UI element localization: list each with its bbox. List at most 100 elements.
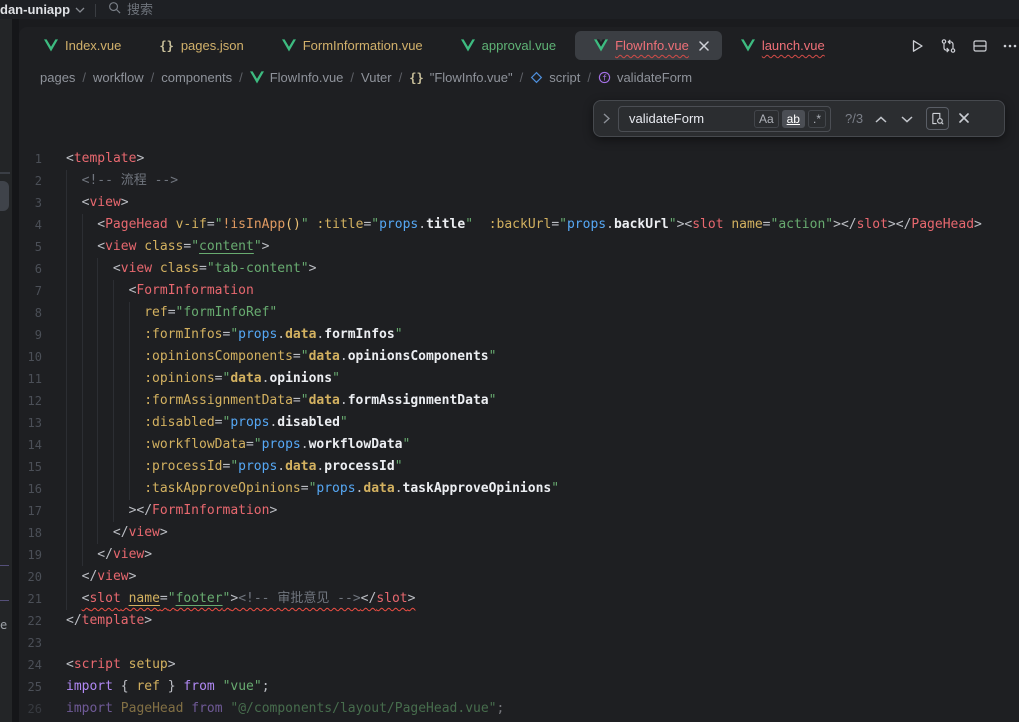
code-line[interactable]: 23	[19, 632, 1019, 654]
code-line[interactable]: 17></FormInformation>	[19, 500, 1019, 522]
code-line[interactable]: 10:opinionsComponents="data.opinionsComp…	[19, 346, 1019, 368]
panel-splitter[interactable]	[12, 19, 19, 722]
title-bar: dan-uniapp 搜索	[0, 0, 1019, 19]
line-number: 12	[19, 390, 66, 412]
breadcrumb-separator: /	[399, 70, 403, 85]
tab-Index.vue[interactable]: Index.vue	[25, 31, 140, 60]
search-placeholder: 搜索	[127, 0, 153, 18]
whole-words-toggle[interactable]: ab	[782, 110, 805, 128]
search-options-icon[interactable]	[926, 107, 949, 130]
indent-guide	[66, 434, 82, 456]
code-line[interactable]: 14:workflowData="props.workflowData"	[19, 434, 1019, 456]
code-line[interactable]: 2<!-- 流程 -->	[19, 170, 1019, 192]
previous-match-button[interactable]	[875, 110, 887, 128]
code-line[interactable]: 24<script setup>	[19, 654, 1019, 676]
code-line[interactable]: 7<FormInformation	[19, 280, 1019, 302]
indent-guide	[113, 368, 129, 390]
code-line[interactable]: 3<view>	[19, 192, 1019, 214]
indent-guide	[113, 434, 129, 456]
indent-guide	[129, 478, 145, 500]
tab-approval.vue[interactable]: approval.vue	[442, 31, 575, 60]
indent-guide	[66, 236, 82, 258]
line-number: 18	[19, 522, 66, 544]
line-number: 11	[19, 368, 66, 390]
code-line-content: <slot name="footer"><!-- 审批意见 --></slot>	[66, 588, 415, 610]
more-button[interactable]	[1003, 44, 1017, 48]
tab-pages.json[interactable]: {}pages.json	[140, 31, 262, 60]
code-line-content: <template>	[66, 148, 144, 170]
code-line-content: <FormInformation	[66, 280, 254, 302]
indent-guide	[66, 522, 82, 544]
code-line[interactable]: 5<view class="content">	[19, 236, 1019, 258]
tab-FormInformation.vue[interactable]: FormInformation.vue	[263, 31, 442, 60]
line-number: 20	[19, 566, 66, 588]
indent-guide	[82, 412, 98, 434]
indent-guide	[97, 500, 113, 522]
indent-guide	[113, 390, 129, 412]
tab-launch.vue[interactable]: launch.vue	[722, 31, 844, 60]
find-input[interactable]: validateForm Aa ab .*	[618, 106, 831, 132]
code-line-content: <view class="content">	[66, 236, 270, 258]
indent-guide	[97, 368, 113, 390]
line-number: 25	[19, 676, 66, 698]
run-button[interactable]	[909, 38, 925, 54]
breadcrumb-label: validateForm	[617, 70, 692, 85]
code-line[interactable]: 4<PageHead v-if="!isInApp()" :title="pro…	[19, 214, 1019, 236]
indent-guide	[66, 170, 82, 192]
code-line[interactable]: 18</view>	[19, 522, 1019, 544]
code-line[interactable]: 9:formInfos="props.data.formInfos"	[19, 324, 1019, 346]
code-line[interactable]: 19</view>	[19, 544, 1019, 566]
code-line[interactable]: 6<view class="tab-content">	[19, 258, 1019, 280]
tab-label: approval.vue	[482, 38, 556, 53]
breadcrumb-item-FlowInfovue[interactable]: {}"FlowInfo.vue"	[409, 70, 512, 85]
left-pane-fragment	[0, 565, 9, 566]
breadcrumb-separator: /	[350, 70, 354, 85]
indent-guide	[66, 192, 82, 214]
match-case-toggle[interactable]: Aa	[754, 110, 779, 128]
breadcrumb-separator: /	[82, 70, 86, 85]
tab-FlowInfo.vue[interactable]: FlowInfo.vue	[575, 31, 722, 60]
breadcrumb-item-workflow[interactable]: workflow	[93, 70, 144, 85]
code-line[interactable]: 26import PageHead from "@/components/lay…	[19, 698, 1019, 720]
code-line[interactable]: 16:taskApproveOpinions="props.data.taskA…	[19, 478, 1019, 500]
tool-window-stripe-button[interactable]	[0, 181, 9, 211]
next-match-button[interactable]	[901, 110, 913, 128]
code-line[interactable]: 15:processId="props.data.processId"	[19, 456, 1019, 478]
code-line[interactable]: 13:disabled="props.disabled"	[19, 412, 1019, 434]
breadcrumb-item-script[interactable]: script	[530, 70, 580, 85]
breadcrumb-item-FlowInfovue[interactable]: FlowInfo.vue	[250, 70, 344, 85]
project-selector[interactable]: dan-uniapp	[0, 0, 85, 18]
split-button[interactable]	[972, 38, 988, 54]
indent-guide	[97, 280, 113, 302]
code-line[interactable]: 12:formAssignmentData="data.formAssignme…	[19, 390, 1019, 412]
tab-label: FlowInfo.vue	[615, 38, 689, 53]
close-find-icon[interactable]	[959, 110, 969, 128]
code-line[interactable]: 21<slot name="footer"><!-- 审批意见 --></slo…	[19, 588, 1019, 610]
breadcrumb-item-validateForm[interactable]: fvalidateForm	[598, 70, 692, 85]
global-search[interactable]: 搜索	[108, 0, 153, 18]
code-area[interactable]: 1<template>2<!-- 流程 -->3<view>4<PageHead…	[19, 91, 1019, 720]
expand-replace-icon[interactable]	[603, 113, 610, 124]
code-line-content: <PageHead v-if="!isInApp()" :title="prop…	[66, 214, 982, 236]
compare-button[interactable]	[940, 38, 957, 54]
indent-guide	[97, 412, 113, 434]
indent-guide	[82, 302, 98, 324]
code-line[interactable]: 22</template>	[19, 610, 1019, 632]
code-line[interactable]: 20</view>	[19, 566, 1019, 588]
close-tab-icon[interactable]	[699, 41, 709, 51]
breadcrumb-item-pages[interactable]: pages	[40, 70, 75, 85]
code-line[interactable]: 11:opinions="data.opinions"	[19, 368, 1019, 390]
editor-pane[interactable]: validateForm Aa ab .* ?/3	[19, 91, 1019, 722]
breadcrumb-item-components[interactable]: components	[161, 70, 232, 85]
regex-toggle[interactable]: .*	[808, 110, 826, 128]
line-number: 21	[19, 588, 66, 610]
code-line[interactable]: 1<template>	[19, 148, 1019, 170]
breadcrumb-item-Vuter[interactable]: Vuter	[361, 70, 392, 85]
left-pane-text-fragment: e	[0, 618, 7, 632]
indent-guide	[66, 346, 82, 368]
indent-guide	[113, 412, 129, 434]
code-line[interactable]: 8ref="formInfoRef"	[19, 302, 1019, 324]
code-line[interactable]: 25import { ref } from "vue";	[19, 676, 1019, 698]
braces-icon: {}	[409, 71, 423, 85]
indent-guide	[66, 302, 82, 324]
